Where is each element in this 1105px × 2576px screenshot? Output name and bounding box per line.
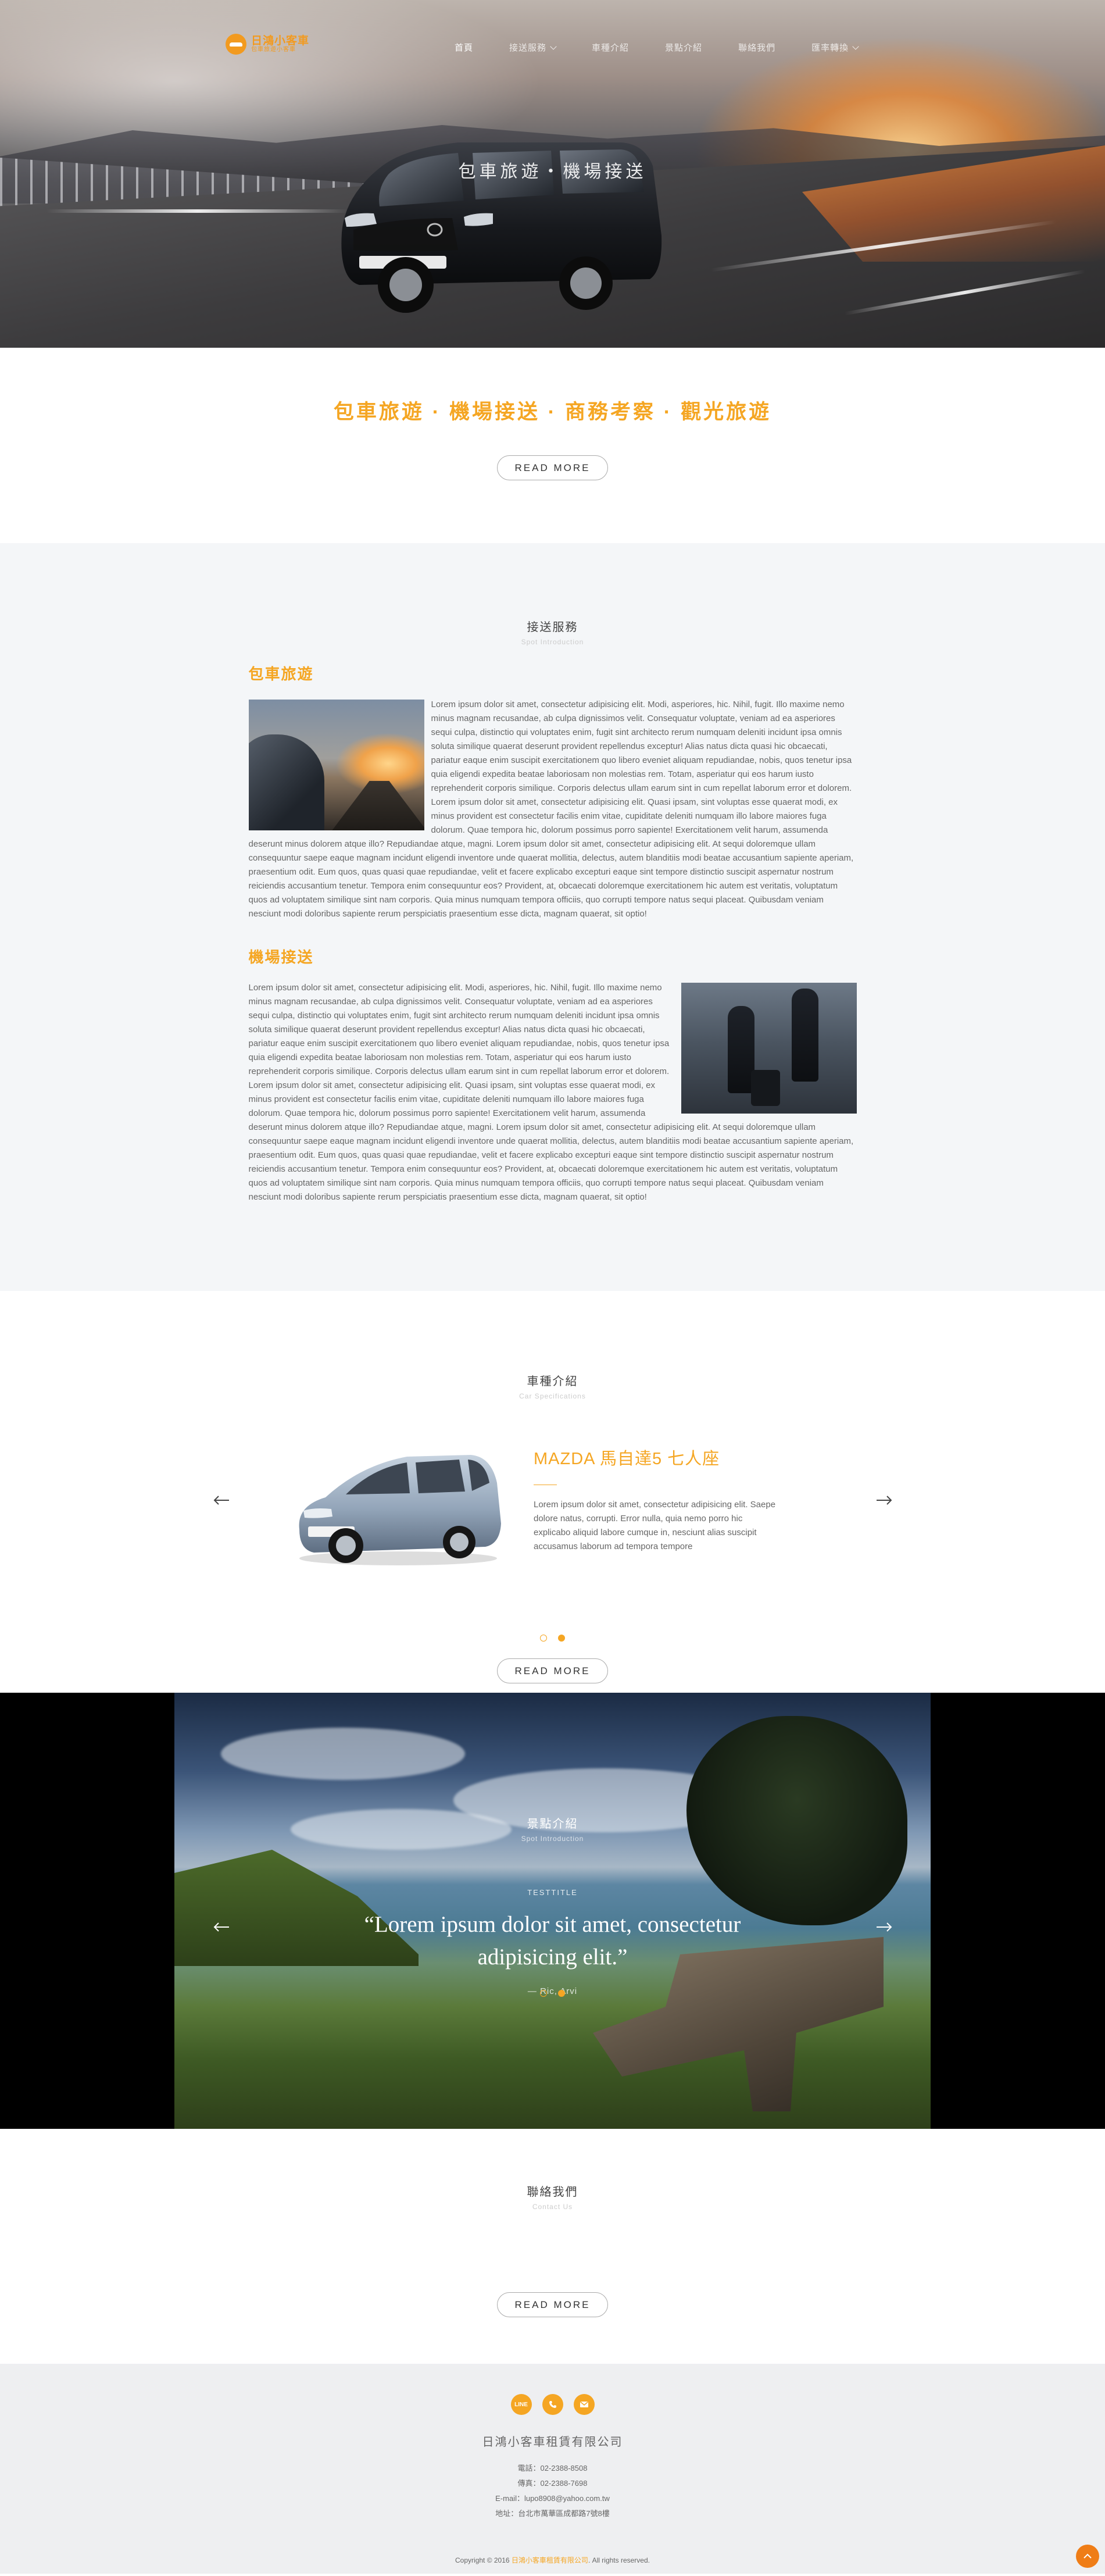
chevron-down-icon: [550, 42, 557, 50]
nav-item[interactable]: 聯絡我們: [738, 41, 775, 53]
footer-fax: 傳真：02-2388-7698: [517, 2479, 588, 2488]
arrow-right-icon[interactable]: [875, 1921, 893, 1933]
cars-subtitle: Car Specifications: [519, 1392, 586, 1400]
site-logo[interactable]: 日鴻小客車 包車旅遊小客車: [226, 34, 309, 55]
social-icons: LINE: [0, 2394, 1105, 2415]
nav-item[interactable]: 接送服務: [509, 41, 557, 53]
cars-button-wrap: READ MORE: [0, 1658, 1105, 1683]
photo-person: [727, 1006, 754, 1093]
contact-subtitle: Contact Us: [532, 2203, 573, 2211]
logo-text: 日鴻小客車 包車旅遊小客車: [251, 35, 309, 53]
footer-email: E-mail：lupo8908@yahoo.com.tw: [495, 2494, 610, 2503]
copyright-prefix: Copyright © 2016: [455, 2556, 512, 2564]
hero-banner: 日鴻小客車 包車旅遊小客車 首頁 接送服務 車種介紹 景點介紹 聯絡我們 匯率轉換 包車旅…: [0, 0, 1105, 348]
nav-item-label: 車種介紹: [592, 43, 630, 53]
car-carousel: MAZDA 馬自達5 七人座 Lorem ipsum dolor sit ame…: [0, 1436, 1105, 1576]
footer-phone: 電話：02-2388-8508: [517, 2464, 588, 2472]
hero-light-streak: [47, 209, 349, 213]
contact-section: 聯絡我們 Contact Us READ MORE: [0, 2129, 1105, 2364]
contact-header: 聯絡我們 Contact Us: [0, 2182, 1105, 2211]
line-icon[interactable]: LINE: [510, 2394, 532, 2415]
carousel-dot[interactable]: [540, 1635, 548, 1642]
contact-button-wrap: READ MORE: [0, 2292, 1105, 2317]
intro-title: 包車旅遊 · 機場接送 · 商務考察 · 觀光旅遊: [333, 401, 772, 423]
cars-header: 車種介紹 Car Specifications: [0, 1372, 1105, 1400]
photo-luggage: [750, 1070, 780, 1106]
cars-read-more-button[interactable]: READ MORE: [496, 1658, 609, 1683]
hero-caption: 包車旅遊・機場接送: [458, 162, 647, 181]
footer-company-name: 日鴻小客車租賃有限公司: [482, 2436, 623, 2449]
top-navigation: 日鴻小客車 包車旅遊小客車 首頁 接送服務 車種介紹 景點介紹 聯絡我們 匯率轉換: [0, 0, 1105, 93]
services-header: 接送服務 Spot Introduction: [0, 618, 1105, 646]
nav-item[interactable]: 車種介紹: [592, 41, 629, 53]
back-to-top-button[interactable]: [1076, 2545, 1099, 2568]
nav-item-label: 景點介紹: [665, 43, 703, 53]
photo-road: [330, 781, 424, 830]
logo-name: 日鴻小客車: [251, 34, 310, 47]
car-description: Lorem ipsum dolor sit amet, consectetur …: [534, 1500, 776, 1551]
cars-section: 車種介紹 Car Specifications MAZDA 馬自達5 七人座 L…: [0, 1291, 1105, 1693]
arrow-left-icon[interactable]: [213, 1921, 230, 1933]
nav-item[interactable]: 匯率轉換: [811, 41, 859, 53]
nav-item-label: 匯率轉換: [811, 43, 849, 53]
car-carousel-dots: [0, 1634, 1105, 1644]
copyright-suffix: . All rights reserved.: [588, 2556, 650, 2564]
services-subtitle: Spot Introduction: [521, 638, 584, 646]
nav-item-label: 首頁: [455, 43, 474, 53]
spot-tag: TESTTITLE: [527, 1888, 578, 1897]
photo-car: [248, 734, 324, 830]
carousel-dot[interactable]: [540, 1990, 548, 1997]
service-heading: 包車旅遊: [248, 665, 314, 683]
contact-title: 聯絡我們: [527, 2186, 578, 2199]
contact-read-more-button[interactable]: READ MORE: [496, 2292, 609, 2317]
intro-read-more-button[interactable]: READ MORE: [496, 455, 609, 480]
mail-icon[interactable]: [573, 2394, 595, 2415]
spots-title: 景點介紹: [527, 1818, 578, 1831]
footer-address: 地址：台北市萬華區成都路7號8樓: [495, 2509, 610, 2518]
service-heading: 機場接送: [248, 948, 314, 966]
spots-carousel-dots: [0, 1989, 1105, 2000]
service-block-airport: 機場接送 Lorem ipsum dolor sit amet, consect…: [249, 946, 857, 1204]
service-block-charter: 包車旅遊 Lorem ipsum dolor sit amet, consect…: [248, 662, 857, 921]
services-title: 接送服務: [527, 621, 578, 634]
intro-section: 包車旅遊 · 機場接送 · 商務考察 · 觀光旅遊 READ MORE: [0, 348, 1105, 543]
site-footer: LINE 日鴻小客車租賃有限公司 電話：02-2388-8508 傳真：02-2…: [0, 2364, 1105, 2574]
carousel-dot-active[interactable]: [557, 1635, 565, 1642]
nav-item[interactable]: 首頁: [455, 41, 473, 53]
carousel-dot-active[interactable]: [557, 1990, 565, 1997]
car-info: MAZDA 馬自達5 七人座 Lorem ipsum dolor sit ame…: [534, 1445, 778, 1554]
nav-item-label: 接送服務: [509, 43, 547, 53]
main-nav: 首頁 接送服務 車種介紹 景點介紹 聯絡我們 匯率轉換: [455, 41, 894, 53]
logo-tagline: 包車旅遊小客車: [251, 46, 296, 53]
spots-section: 景點介紹 Spot Introduction TESTTITLE “Lorem …: [0, 1693, 1105, 2129]
chevron-up-icon: [1083, 2553, 1092, 2559]
car-sunset-photo: [248, 700, 424, 830]
mazda5-silver-photo: [299, 1455, 501, 1565]
car-name: MAZDA 馬自達5 七人座: [534, 1450, 720, 1468]
arrow-left-icon[interactable]: [213, 1494, 230, 1506]
footer-copyright: Copyright © 2016 日鴻小客車租賃有限公司. All rights…: [0, 2555, 1105, 2565]
photo-person: [791, 989, 818, 1082]
phone-icon[interactable]: [542, 2394, 563, 2415]
airport-traveler-photo: [681, 983, 857, 1114]
spots-subtitle: Spot Introduction: [521, 1835, 584, 1843]
spots-overlay: 景點介紹 Spot Introduction TESTTITLE “Lorem …: [0, 1693, 1105, 2129]
logo-car-icon: [226, 34, 246, 55]
footer-contact-info: 電話：02-2388-8508 傳真：02-2388-7698 E-mail：l…: [0, 2461, 1105, 2521]
spot-quote: “Lorem ipsum dolor sit amet, consectetur…: [364, 1912, 741, 1970]
chevron-down-icon: [852, 42, 859, 50]
cars-title: 車種介紹: [527, 1375, 578, 1388]
arrow-right-icon[interactable]: [875, 1494, 893, 1506]
services-section: 接送服務 Spot Introduction 包車旅遊 Lorem ipsum …: [0, 543, 1105, 1291]
nav-item-label: 聯絡我們: [738, 43, 776, 53]
copyright-company-link[interactable]: 日鴻小客車租賃有限公司: [512, 2556, 588, 2564]
nav-item[interactable]: 景點介紹: [665, 41, 702, 53]
